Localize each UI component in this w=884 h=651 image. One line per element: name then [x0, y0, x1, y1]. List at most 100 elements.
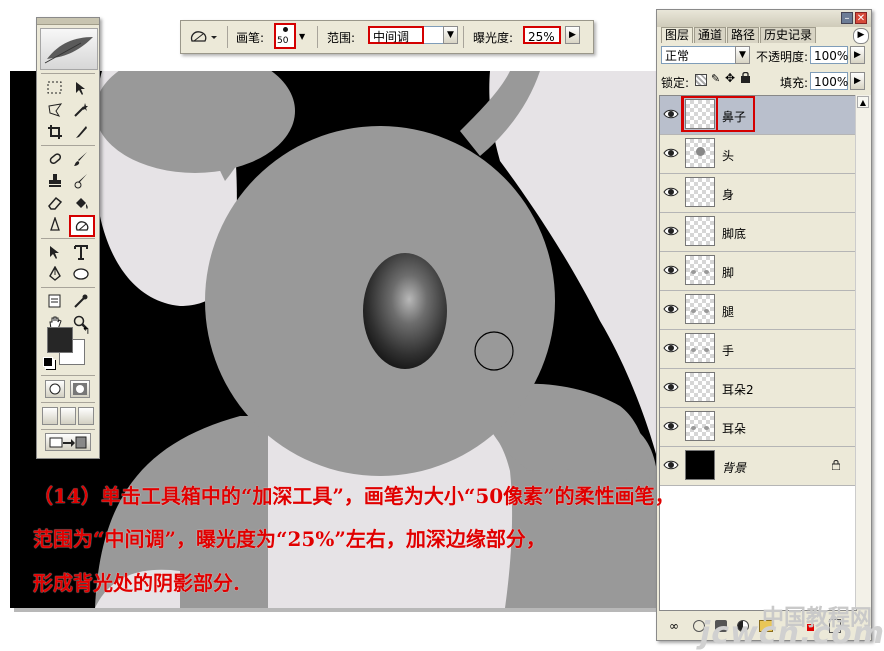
link-layers-icon[interactable]: ∞ [669, 619, 679, 633]
layer-thumbnail [685, 216, 715, 246]
tab-channels[interactable]: 通道 [694, 27, 727, 43]
quick-mask-button[interactable] [70, 380, 90, 398]
lock-transparency-icon[interactable] [695, 74, 707, 86]
screen-mode-menubar-button[interactable] [60, 407, 76, 425]
active-layer-highlight [681, 96, 755, 132]
layer-row[interactable]: 脚底 [660, 213, 856, 252]
layers-scrollbar[interactable]: ▲ [855, 95, 871, 609]
range-select[interactable]: 中间调 [368, 26, 424, 44]
pen-tool-icon[interactable] [43, 264, 67, 284]
layer-name[interactable]: 头 [722, 147, 734, 164]
fill-field[interactable]: 100% [810, 72, 848, 90]
panel-titlebar[interactable]: – ✕ [657, 10, 871, 27]
magic-wand-icon[interactable] [69, 100, 93, 120]
type-tool-icon[interactable] [69, 242, 93, 262]
path-selection-icon[interactable] [43, 242, 67, 262]
eyedropper-icon[interactable] [69, 291, 93, 311]
blend-mode-select[interactable]: 正常 [661, 46, 739, 64]
visibility-eye-icon[interactable] [663, 380, 679, 394]
toolbox-separator [41, 73, 95, 74]
brush-dropdown-arrow-icon[interactable]: ▼ [299, 32, 305, 41]
exposure-field[interactable]: 25% [523, 26, 561, 44]
visibility-eye-icon[interactable] [663, 419, 679, 433]
jump-to-imageready-button[interactable] [45, 433, 91, 451]
layer-name[interactable]: 耳朵 [722, 420, 746, 437]
brush-tool-icon[interactable] [69, 149, 93, 169]
burn-tool-preset-icon[interactable] [189, 27, 219, 50]
burn-tool-icon[interactable] [69, 215, 95, 237]
clone-stamp-icon[interactable] [43, 171, 67, 191]
photoshop-feather-logo[interactable] [40, 28, 98, 70]
layer-row[interactable]: 手 [660, 330, 856, 369]
layer-thumbnail [685, 450, 715, 480]
visibility-eye-icon[interactable] [663, 263, 679, 277]
foreground-color-swatch[interactable] [47, 327, 73, 353]
visibility-eye-icon[interactable] [663, 107, 679, 121]
layer-row[interactable]: 耳朵2 [660, 369, 856, 408]
toolbox-separator [41, 238, 95, 239]
range-dropdown-icon[interactable]: ▼ [443, 26, 458, 44]
visibility-eye-icon[interactable] [663, 185, 679, 199]
toolbox-grip[interactable] [37, 18, 99, 25]
layer-name[interactable]: 手 [722, 342, 734, 359]
screen-mode-standard-button[interactable] [42, 407, 58, 425]
opacity-arrow-icon[interactable]: ▶ [850, 46, 865, 64]
layer-row[interactable]: 背景 [660, 447, 856, 486]
visibility-eye-icon[interactable] [663, 341, 679, 355]
visibility-eye-icon[interactable] [663, 302, 679, 316]
layer-row[interactable]: 身 [660, 174, 856, 213]
move-tool-icon[interactable] [69, 78, 93, 98]
visibility-eye-icon[interactable] [663, 458, 679, 472]
lock-position-icon[interactable]: ✥ [725, 71, 735, 85]
layer-name[interactable]: 背景 [722, 459, 746, 476]
scroll-up-icon[interactable]: ▲ [857, 96, 869, 108]
swap-colors-icon[interactable]: ↰ [82, 326, 90, 337]
layer-thumbnail [685, 177, 715, 207]
healing-brush-icon[interactable] [43, 149, 67, 169]
screen-mode-full-button[interactable] [78, 407, 94, 425]
lock-pixels-icon[interactable]: ✎ [711, 72, 720, 85]
panel-menu-icon[interactable]: ▶ [853, 28, 869, 44]
standard-mode-button[interactable] [45, 380, 65, 398]
history-brush-icon[interactable] [69, 171, 93, 191]
layer-row[interactable]: 耳朵 [660, 408, 856, 447]
layer-row[interactable]: 鼻子 [660, 96, 856, 135]
ellipse-shape-icon[interactable] [69, 264, 93, 284]
layer-row[interactable]: 头 [660, 135, 856, 174]
tab-paths[interactable]: 路径 [727, 27, 760, 43]
visibility-eye-icon[interactable] [663, 224, 679, 238]
layer-name[interactable]: 脚底 [722, 225, 746, 242]
range-label: 范围: [327, 31, 356, 45]
fill-arrow-icon[interactable]: ▶ [850, 72, 865, 90]
layer-name[interactable]: 耳朵2 [722, 381, 754, 398]
brush-preset-picker[interactable]: 50 [274, 23, 296, 49]
layer-name[interactable]: 身 [722, 186, 734, 203]
opacity-field[interactable]: 100% [810, 46, 848, 64]
layer-row[interactable]: 腿 [660, 291, 856, 330]
visibility-eye-icon[interactable] [663, 146, 679, 160]
blend-mode-dropdown-icon[interactable]: ▼ [735, 46, 750, 64]
caption-line-2: 范围为“中间调”，曝光度为“25%”左右，加深边缘部分， [33, 527, 546, 551]
notes-tool-icon[interactable] [43, 291, 67, 311]
tab-layers[interactable]: 图层 [661, 27, 694, 43]
toolbox-separator [41, 402, 95, 403]
minimize-icon[interactable]: – [841, 12, 853, 24]
marquee-tool-icon[interactable] [43, 78, 67, 98]
slice-tool-icon[interactable] [69, 122, 93, 142]
exposure-slider-arrow-icon[interactable]: ▶ [565, 26, 580, 44]
eraser-tool-icon[interactable] [43, 193, 67, 213]
close-icon[interactable]: ✕ [855, 12, 867, 24]
default-colors-icon[interactable] [43, 357, 53, 367]
lock-all-icon[interactable] [741, 71, 750, 83]
lasso-tool-icon[interactable] [43, 100, 67, 120]
layer-row[interactable]: 脚 [660, 252, 856, 291]
imageready-icon [49, 436, 87, 449]
crop-tool-icon[interactable] [43, 122, 67, 142]
opacity-label: 不透明度: [756, 50, 809, 64]
layer-thumbnail [685, 333, 715, 363]
paint-bucket-icon[interactable] [69, 193, 93, 213]
blur-tool-icon[interactable] [43, 215, 67, 235]
tab-history[interactable]: 历史记录 [760, 27, 817, 43]
layer-name[interactable]: 腿 [722, 303, 734, 320]
layer-name[interactable]: 脚 [722, 264, 734, 281]
